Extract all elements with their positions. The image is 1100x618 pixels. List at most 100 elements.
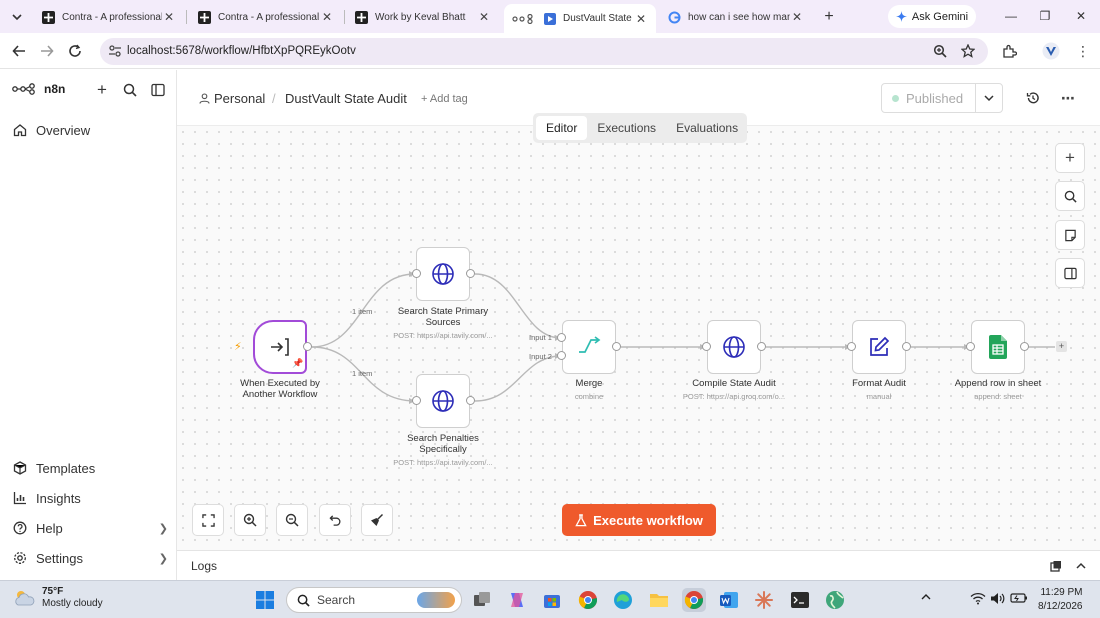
- profile-avatar-icon[interactable]: [1040, 40, 1062, 62]
- publish-dropdown[interactable]: [975, 83, 1003, 113]
- workflow-name[interactable]: DustVault State Audit: [285, 91, 407, 106]
- add-node-button[interactable]: +: [1055, 143, 1085, 173]
- search-icon[interactable]: [121, 81, 139, 99]
- node-search-state-primary-sources[interactable]: [416, 247, 470, 301]
- chevron-up-icon[interactable]: [1073, 558, 1089, 574]
- task-view-icon[interactable]: [470, 588, 494, 612]
- tab-search-dropdown-icon[interactable]: [6, 6, 28, 28]
- create-plus-icon[interactable]: +: [93, 80, 111, 99]
- browser-tab-3[interactable]: Work by Keval Bhatt ✕: [347, 4, 499, 30]
- tab-close-icon[interactable]: ✕: [634, 12, 648, 26]
- site-info-icon[interactable]: [108, 44, 122, 63]
- input-port-2[interactable]: [557, 351, 566, 360]
- restore-icon[interactable]: ❐: [1034, 6, 1056, 26]
- chrome-active-icon[interactable]: [682, 588, 706, 612]
- word-icon[interactable]: [717, 588, 741, 612]
- node-label: Search State Primary Sources: [397, 306, 489, 328]
- input-port[interactable]: [412, 269, 421, 278]
- breadcrumb-project[interactable]: Personal: [199, 91, 265, 106]
- output-port[interactable]: [902, 342, 911, 351]
- sidebar-item-templates[interactable]: Templates: [12, 457, 168, 479]
- search-nodes-button[interactable]: [1055, 181, 1085, 211]
- sticky-note-button[interactable]: [1055, 220, 1085, 250]
- input-port[interactable]: [966, 342, 975, 351]
- tab-close-icon[interactable]: ✕: [477, 10, 491, 24]
- windows-start-icon[interactable]: [253, 588, 277, 612]
- tab-close-icon[interactable]: ✕: [790, 10, 804, 24]
- sidebar-item-help[interactable]: Help ❯: [12, 517, 168, 539]
- add-next-node-icon[interactable]: +: [1056, 341, 1067, 352]
- copilot-icon[interactable]: [505, 588, 529, 612]
- fit-view-button[interactable]: [192, 504, 224, 536]
- tidy-up-button[interactable]: [361, 504, 393, 536]
- taskbar-clock[interactable]: 11:29 PM 8/12/2026: [1038, 586, 1083, 614]
- claude-icon[interactable]: [752, 588, 776, 612]
- input-port[interactable]: [702, 342, 711, 351]
- sidebar-item-overview[interactable]: Overview: [12, 119, 168, 141]
- zoom-icon[interactable]: [930, 41, 950, 61]
- input-port[interactable]: [412, 396, 421, 405]
- browser-menu-icon[interactable]: ⋮: [1072, 40, 1094, 62]
- tab-close-icon[interactable]: ✕: [320, 10, 334, 24]
- output-port[interactable]: [1020, 342, 1029, 351]
- more-options-icon[interactable]: ⋯: [1059, 89, 1077, 107]
- tray-chevron-up-icon[interactable]: [921, 592, 931, 605]
- browser-tab-2[interactable]: Contra - A professional ✕: [190, 4, 342, 30]
- node-format-audit[interactable]: [852, 320, 906, 374]
- globe-app-icon[interactable]: [823, 588, 847, 612]
- node-append-row-in-sheet[interactable]: [971, 320, 1025, 374]
- chrome-icon[interactable]: [576, 588, 600, 612]
- output-port[interactable]: [303, 342, 312, 351]
- ask-gemini-button[interactable]: Ask Gemini: [888, 5, 976, 28]
- battery-icon[interactable]: [1010, 592, 1028, 607]
- workflow-canvas[interactable]: Editor Executions Evaluations 1 item 1 i…: [177, 113, 1100, 550]
- toggle-panel-button[interactable]: [1055, 258, 1085, 288]
- history-icon[interactable]: [1024, 89, 1042, 107]
- browser-tab-active[interactable]: DustVault State Audi ✕: [504, 4, 656, 33]
- weather-widget[interactable]: 75°F Mostly cloudy: [12, 586, 103, 610]
- output-port[interactable]: [757, 342, 766, 351]
- file-explorer-icon[interactable]: [647, 588, 671, 612]
- play-favicon-icon: [543, 12, 556, 25]
- microsoft-store-icon[interactable]: [540, 588, 564, 612]
- forward-arrow-icon[interactable]: [36, 40, 58, 62]
- add-tag-button[interactable]: + Add tag: [421, 93, 468, 105]
- sidebar-item-insights[interactable]: Insights: [12, 487, 168, 509]
- edge-icon[interactable]: [611, 588, 635, 612]
- logs-panel[interactable]: Logs: [177, 550, 1100, 580]
- input-port[interactable]: [847, 342, 856, 351]
- output-port[interactable]: [612, 342, 621, 351]
- new-tab-icon[interactable]: +: [818, 6, 840, 28]
- node-merge[interactable]: [562, 320, 616, 374]
- close-window-icon[interactable]: ✕: [1070, 6, 1092, 26]
- zoom-in-button[interactable]: [234, 504, 266, 536]
- output-port[interactable]: [466, 396, 475, 405]
- extensions-icon[interactable]: [998, 40, 1020, 62]
- volume-icon[interactable]: [990, 592, 1005, 608]
- input-port-1[interactable]: [557, 333, 566, 342]
- back-arrow-icon[interactable]: [8, 40, 30, 62]
- minimize-icon[interactable]: —: [1000, 6, 1022, 26]
- reload-icon[interactable]: [64, 40, 86, 62]
- zoom-out-button[interactable]: [276, 504, 308, 536]
- address-bar[interactable]: localhost:5678/workflow/HfbtXpPQREykOotv: [100, 38, 988, 65]
- node-compile-state-audit[interactable]: [707, 320, 761, 374]
- output-port[interactable]: [466, 269, 475, 278]
- execute-workflow-button[interactable]: Execute workflow: [562, 504, 716, 536]
- n8n-logo[interactable]: n8n: [12, 82, 65, 96]
- terminal-icon[interactable]: [788, 588, 812, 612]
- node-search-penalties-specifically[interactable]: [416, 374, 470, 428]
- wifi-icon[interactable]: [970, 592, 986, 608]
- sidebar-item-settings[interactable]: Settings ❯: [12, 547, 168, 569]
- taskbar-search[interactable]: Search: [286, 587, 462, 613]
- popout-icon[interactable]: [1048, 558, 1064, 574]
- published-button[interactable]: Published: [881, 83, 976, 113]
- undo-button[interactable]: [319, 504, 351, 536]
- taskbar-search-placeholder: Search: [317, 593, 356, 607]
- browser-tab-5[interactable]: how can i see how man ✕: [660, 4, 812, 30]
- tab-close-icon[interactable]: ✕: [162, 10, 176, 24]
- bookmark-star-icon[interactable]: [958, 41, 978, 61]
- node-when-executed-by-another-workflow[interactable]: 📌: [253, 320, 307, 374]
- browser-tab-1[interactable]: Contra - A professional ✕: [34, 4, 184, 30]
- collapse-sidebar-icon[interactable]: [149, 81, 167, 99]
